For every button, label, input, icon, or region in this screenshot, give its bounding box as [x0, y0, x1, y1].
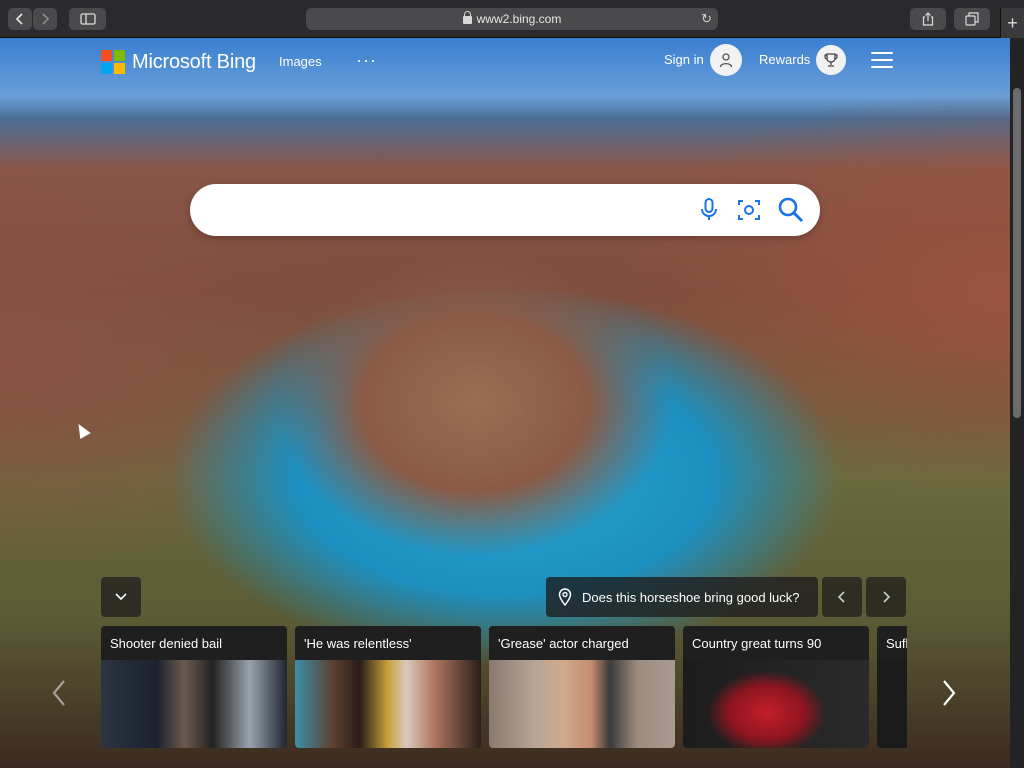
address-bar[interactable]: www2.bing.com ↻ — [306, 8, 718, 30]
location-pin-icon — [558, 588, 572, 606]
chevron-right-icon — [42, 13, 50, 25]
chevron-right-icon — [943, 680, 956, 706]
back-button[interactable] — [8, 8, 32, 30]
sidebar-button[interactable] — [69, 8, 106, 30]
image-caption-link[interactable]: Does this horseshoe bring good luck? — [546, 577, 818, 617]
collapse-feed-button[interactable] — [101, 577, 141, 617]
news-card-title: Sufl — [877, 626, 907, 660]
logo-text: Microsoft Bing — [132, 50, 256, 73]
browser-toolbar: www2.bing.com ↻ + — [0, 0, 1024, 38]
menu-hamburger-button[interactable] — [871, 52, 893, 68]
news-card-image — [295, 660, 481, 748]
news-card[interactable]: 'Grease' actor charged — [489, 626, 675, 748]
news-card-image — [101, 660, 287, 748]
mouse-cursor — [73, 420, 91, 440]
tabs-overview-button[interactable] — [954, 8, 990, 30]
image-caption-text: Does this horseshoe bring good luck? — [582, 589, 800, 605]
news-carousel: Shooter denied bail 'He was relentless' … — [101, 626, 907, 748]
next-image-button[interactable] — [866, 577, 906, 617]
avatar[interactable] — [710, 44, 742, 76]
user-icon — [719, 53, 733, 68]
search-input[interactable] — [212, 196, 692, 224]
rewards-button[interactable] — [816, 45, 846, 75]
news-card[interactable]: Sufl — [877, 626, 907, 748]
chevron-right-icon — [883, 591, 891, 603]
news-card[interactable]: Country great turns 90 — [683, 626, 869, 748]
sidebar-icon — [79, 13, 96, 25]
bing-homepage: Microsoft Bing Images ··· Sign in Reward… — [0, 38, 1010, 768]
news-card-image — [877, 660, 907, 748]
news-card-image — [489, 660, 675, 748]
news-card-title: 'Grease' actor charged — [489, 626, 675, 660]
camera-scan-icon — [738, 200, 760, 220]
chevron-left-icon — [837, 591, 845, 603]
search-submit-button[interactable] — [776, 197, 806, 223]
page-scrollbar[interactable] — [1010, 38, 1024, 768]
news-card-title: Country great turns 90 — [683, 626, 869, 660]
news-card-title: Shooter denied bail — [101, 626, 287, 660]
reload-icon[interactable]: ↻ — [701, 11, 712, 27]
news-card-image — [683, 660, 869, 748]
news-card[interactable]: 'He was relentless' — [295, 626, 481, 748]
chevron-left-icon — [52, 680, 65, 706]
cards-scroll-left-button[interactable] — [50, 678, 68, 716]
visual-search-button[interactable] — [736, 197, 762, 223]
news-card[interactable]: Shooter denied bail — [101, 626, 287, 748]
url-text: www2.bing.com — [476, 12, 562, 26]
microphone-icon — [701, 198, 717, 220]
search-box — [190, 184, 820, 236]
voice-search-button[interactable] — [696, 197, 722, 223]
trophy-icon — [824, 53, 838, 67]
chevron-left-icon — [15, 13, 23, 25]
new-tab-button[interactable]: + — [1000, 8, 1024, 38]
search-icon — [778, 197, 804, 223]
rewards-link[interactable]: Rewards — [759, 52, 810, 67]
forward-button[interactable] — [33, 8, 57, 30]
scrollbar-thumb[interactable] — [1013, 88, 1021, 418]
cards-scroll-right-button[interactable] — [940, 678, 958, 716]
more-menu-button[interactable]: ··· — [356, 50, 377, 71]
chevron-down-icon — [115, 593, 127, 601]
microsoft-logo-icon — [101, 50, 125, 74]
sign-in-link[interactable]: Sign in — [664, 52, 704, 67]
share-icon — [922, 12, 934, 26]
nav-images-link[interactable]: Images — [279, 54, 322, 69]
tabs-icon — [965, 12, 979, 26]
previous-image-button[interactable] — [822, 577, 862, 617]
news-card-title: 'He was relentless' — [295, 626, 481, 660]
share-button[interactable] — [910, 8, 946, 30]
bing-logo[interactable]: Microsoft Bing — [101, 50, 256, 74]
lock-icon — [462, 11, 472, 24]
